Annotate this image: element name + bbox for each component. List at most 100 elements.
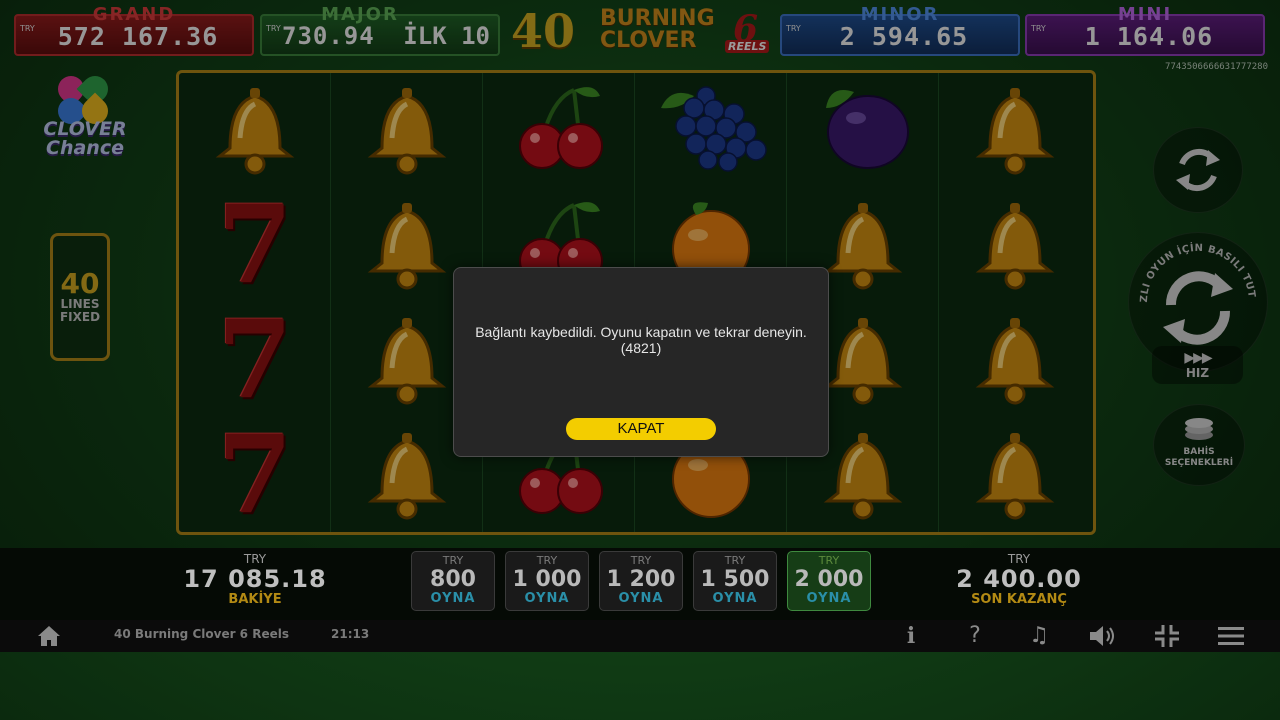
balance-display: TRY 17 085.18 BAKİYE <box>180 552 330 607</box>
last-win-label: SON KAZANÇ <box>971 592 1067 607</box>
reel-cell <box>939 188 1091 302</box>
game-id: 7743506666631777280 <box>1165 62 1268 72</box>
bet-play-label: OYNA <box>712 591 758 606</box>
lines-label-2: FIXED <box>59 310 101 324</box>
bell-symbol <box>352 308 462 412</box>
bet-play-label: OYNA <box>430 591 476 606</box>
bet-play-label: OYNA <box>524 591 570 606</box>
reel-cell <box>939 418 1091 532</box>
bet-value: 1 500 <box>700 567 770 592</box>
game-logo: 40 BURNING CLOVER 6 REELS <box>505 4 775 58</box>
bet-currency: TRY <box>536 554 558 567</box>
bet-options-button[interactable]: BAHİS SEÇENEKLERİ <box>1153 404 1245 486</box>
dialog-message-line1: Bağlantı kaybedildi. Oyunu kapatın ve te… <box>475 324 807 340</box>
reel-cell <box>635 73 787 187</box>
reel-cell <box>787 73 939 187</box>
balance-value: 17 085.18 <box>183 565 327 593</box>
info-button[interactable]: i <box>900 622 922 650</box>
bet-button[interactable]: TRY 1 500 OYNA <box>693 551 777 611</box>
reel-cell <box>331 73 483 187</box>
autoplay-icon <box>1176 148 1220 192</box>
lines-indicator: 40 LINES FIXED <box>50 233 110 361</box>
help-icon: ? <box>969 623 981 648</box>
reel-cell <box>179 73 331 187</box>
fullscreen-button[interactable] <box>1152 622 1182 650</box>
balance-label: BAKİYE <box>228 592 282 607</box>
info-icon: i <box>906 623 916 649</box>
logo-reels: REELS <box>725 40 770 53</box>
jackpot-minor: MINOR TRY 2 594.65 <box>780 4 1020 56</box>
bet-button[interactable]: TRY 2 000 OYNA <box>787 551 871 611</box>
speed-label: HIZ <box>1185 366 1210 380</box>
bet-button[interactable]: TRY 1 000 OYNA <box>505 551 589 611</box>
bet-value: 1 200 <box>606 567 676 592</box>
speed-button[interactable]: ▶▶▶ HIZ <box>1152 346 1243 384</box>
dialog-message: Bağlantı kaybedildi. Oyunu kapatın ve te… <box>464 324 818 356</box>
sound-button[interactable] <box>1086 622 1118 650</box>
fast-forward-icon: ▶▶▶ <box>1184 350 1212 366</box>
jackpot-minor-currency: TRY <box>786 24 801 33</box>
reel-6 <box>939 73 1091 532</box>
logo-number: 40 <box>511 4 576 58</box>
music-button[interactable]: ♫ <box>1024 622 1054 650</box>
reel-cell: 7 <box>179 303 331 417</box>
bet-options-label: BAHİS SEÇENEKLERİ <box>1154 447 1244 469</box>
jackpot-major-extra: İLK 10 <box>403 22 490 50</box>
home-button[interactable] <box>34 622 64 650</box>
help-button[interactable]: ? <box>962 622 988 650</box>
close-button[interactable]: KAPAT <box>566 418 716 440</box>
reel-cell: 7 <box>179 188 331 302</box>
hamburger-menu-icon <box>1218 627 1244 645</box>
jackpot-major: MAJOR TRY 730.94 İLK 10 <box>260 4 500 56</box>
jackpot-minor-value: 2 594.65 <box>839 22 969 51</box>
balance-currency: TRY <box>243 552 267 566</box>
reel-cell <box>939 73 1091 187</box>
jackpot-mini-currency: TRY <box>1031 24 1046 33</box>
bet-button[interactable]: TRY 1 200 OYNA <box>599 551 683 611</box>
jackpot-mini-value: 1 164.06 <box>1084 22 1214 51</box>
reel-cell: 7 <box>179 418 331 532</box>
bet-button[interactable]: TRY 800 OYNA <box>411 551 495 611</box>
music-note-icon: ♫ <box>1029 623 1049 648</box>
seven-symbol: 7 <box>217 297 293 423</box>
bet-options-line2: SEÇENEKLERİ <box>1164 458 1234 468</box>
bet-currency: TRY <box>630 554 652 567</box>
home-icon <box>38 626 60 646</box>
bet-currency: TRY <box>442 554 464 567</box>
menu-button[interactable] <box>1216 622 1246 650</box>
last-win-display: TRY 2 400.00 SON KAZANÇ <box>944 552 1094 607</box>
last-win-value: 2 400.00 <box>956 565 1082 593</box>
bell-symbol <box>960 78 1070 182</box>
grape-symbol <box>646 78 776 182</box>
bet-play-label: OYNA <box>806 591 852 606</box>
connection-lost-dialog: Bağlantı kaybedildi. Oyunu kapatın ve te… <box>453 267 829 457</box>
bell-symbol <box>352 193 462 297</box>
bottom-toolbar: 40 Burning Clover 6 Reels 21:13 i ? ♫ <box>0 620 1280 652</box>
last-win-currency: TRY <box>1007 552 1031 566</box>
plum-symbol <box>808 78 918 182</box>
bell-symbol <box>960 308 1070 412</box>
logo-line1: BURNING <box>600 6 715 31</box>
coin-stack-icon <box>1185 418 1213 440</box>
logo-text: BURNING CLOVER <box>600 8 715 52</box>
bet-play-label: OYNA <box>618 591 664 606</box>
spin-hint-text: HIZLI OYUN İÇİN BASILI TUTUN <box>1125 225 1257 303</box>
bet-value: 2 000 <box>794 567 864 592</box>
game-title: 40 Burning Clover 6 Reels <box>114 627 289 641</box>
clover-chance-logo: CLOVER Chance <box>30 70 140 172</box>
clock: 21:13 <box>331 627 370 641</box>
cherry-symbol <box>504 78 614 182</box>
reel-cell <box>939 303 1091 417</box>
reel-1: 777 <box>179 73 331 532</box>
bell-symbol <box>960 423 1070 527</box>
bell-symbol <box>960 193 1070 297</box>
jackpot-major-currency: TRY <box>266 24 281 33</box>
autoplay-button[interactable] <box>1153 127 1243 213</box>
bet-value: 1 000 <box>512 567 582 592</box>
logo-line2: CLOVER <box>600 28 697 53</box>
bet-currency: TRY <box>724 554 746 567</box>
bell-symbol <box>352 78 462 182</box>
jackpot-mini: MINI TRY 1 164.06 <box>1025 4 1265 56</box>
bottom-panel: TRY 17 085.18 BAKİYE TRY 800 OYNA TRY 1 000 O… <box>0 548 1280 620</box>
jackpot-grand-currency: TRY <box>20 24 35 33</box>
